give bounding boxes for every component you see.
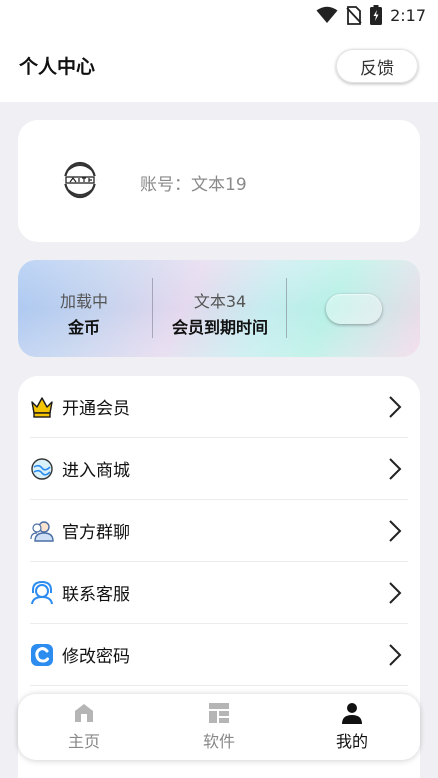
chevron-right-icon [389, 582, 402, 604]
nav-label: 我的 [335, 732, 368, 751]
shop-icon [30, 457, 54, 481]
nav-item-software[interactable]: 软件 [179, 702, 259, 752]
profile-icon [342, 703, 362, 724]
vip-card: 加载中 金币 文本34 会员到期时间 [18, 260, 420, 357]
nav-label: 软件 [202, 732, 235, 751]
crown-icon [30, 395, 54, 419]
battery-charging-icon [370, 5, 383, 25]
chevron-right-icon [389, 396, 402, 418]
menu-item-change-password[interactable]: 修改密码 [30, 624, 408, 686]
header: 个人中心 反馈 [0, 30, 438, 102]
menu-item-label: 开通会员 [62, 399, 130, 419]
menu-item-label: 修改密码 [62, 647, 130, 667]
chevron-right-icon [389, 520, 402, 542]
expire-value: 文本34 [193, 292, 247, 311]
menu-item-contact-support[interactable]: 联系客服 [30, 562, 408, 624]
wifi-icon [316, 6, 338, 23]
account-text: 账号：文本19 [140, 175, 247, 195]
group-chat-icon [30, 519, 54, 543]
chevron-right-icon [389, 644, 402, 666]
menu-item-open-vip[interactable]: 开通会员 [30, 376, 408, 438]
page-title: 个人中心 [19, 56, 96, 78]
customer-service-icon [30, 580, 54, 605]
nav-item-home[interactable]: 主页 [44, 702, 124, 752]
expire-stat: 文本34 会员到期时间 [160, 288, 280, 338]
home-icon [75, 704, 93, 722]
coins-value: 加载中 [59, 292, 108, 311]
nav-label: 主页 [67, 732, 100, 751]
divider [152, 278, 153, 338]
divider [286, 278, 287, 338]
menu-item-label: 进入商城 [62, 461, 130, 481]
vip-action-button[interactable] [326, 294, 382, 324]
feedback-button[interactable]: 反馈 [336, 49, 418, 83]
profile-card: 账号：文本19 [18, 120, 420, 242]
expire-label: 会员到期时间 [171, 318, 268, 337]
status-time: 2:17 [390, 5, 426, 25]
avatar[interactable] [58, 158, 102, 202]
status-bar: 2:17 [0, 0, 438, 30]
menu-item-official-group[interactable]: 官方群聊 [30, 500, 408, 562]
coins-label: 金币 [67, 318, 100, 337]
coins-stat: 加载中 金币 [44, 288, 124, 338]
chevron-right-icon [389, 458, 402, 480]
menu-item-enter-shop[interactable]: 进入商城 [30, 438, 408, 500]
menu-item-label: 联系客服 [62, 585, 130, 605]
apps-icon [209, 703, 229, 723]
no-sim-icon [346, 5, 362, 25]
status-icons: 2:17 [316, 5, 426, 25]
password-icon [30, 643, 54, 667]
nav-item-mine[interactable]: 我的 [312, 702, 392, 752]
menu-item-label: 官方群聊 [62, 523, 130, 543]
bottom-nav: 主页 软件 我的 [18, 694, 420, 760]
